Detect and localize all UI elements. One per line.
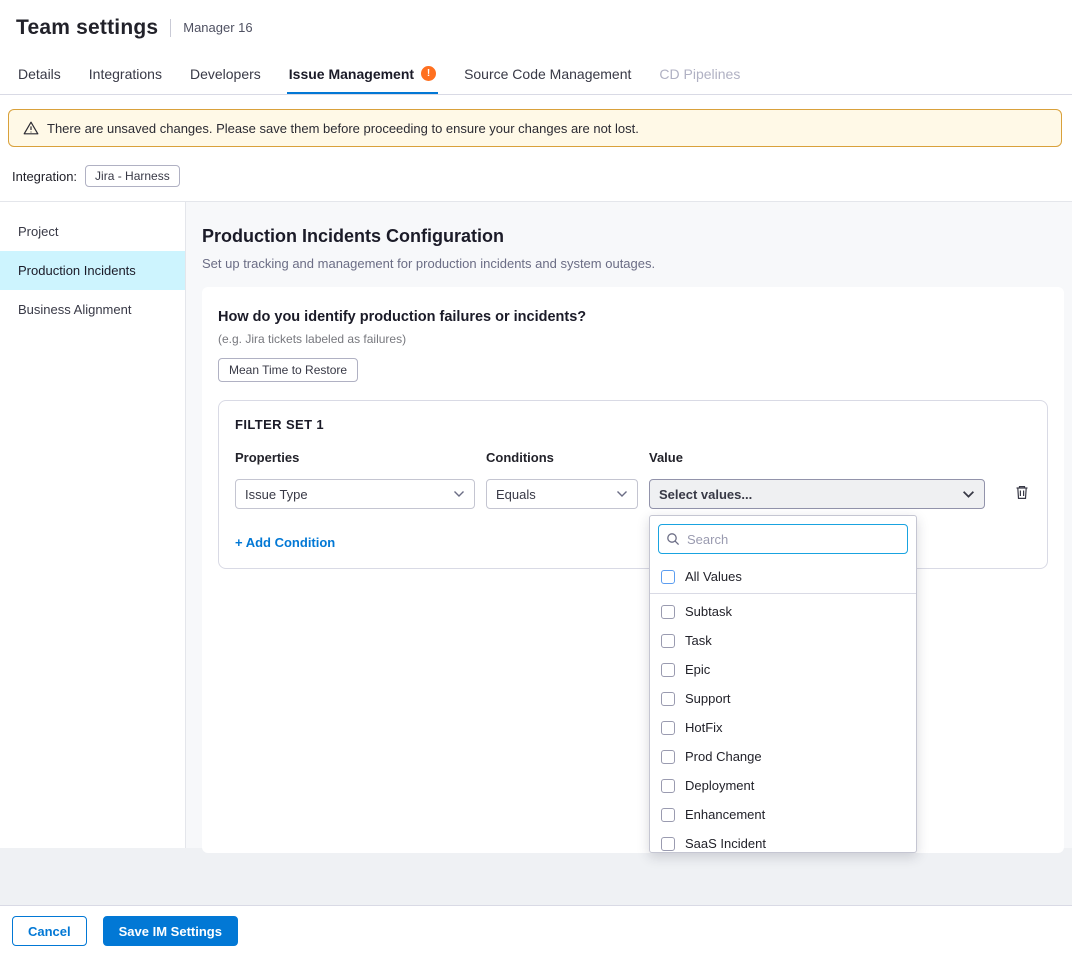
delete-condition-button[interactable]: [1012, 482, 1032, 506]
unsaved-changes-banner: There are unsaved changes. Please save t…: [8, 109, 1062, 147]
property-select[interactable]: Issue Type: [235, 479, 475, 509]
sidebar-item-project[interactable]: Project: [0, 212, 185, 251]
save-im-settings-button[interactable]: Save IM Settings: [103, 916, 238, 946]
tab-source-code-management[interactable]: Source Code Management: [462, 56, 633, 95]
property-select-value: Issue Type: [245, 487, 308, 502]
option-label: Epic: [685, 662, 710, 677]
warning-triangle-icon: [23, 120, 39, 136]
option-subtask[interactable]: Subtask: [650, 597, 916, 626]
option-label: SaaS Incident: [685, 836, 766, 851]
tab-label: CD Pipelines: [659, 66, 740, 82]
checkbox-icon[interactable]: [661, 779, 675, 793]
tab-label: Details: [18, 66, 61, 82]
condition-select-value: Equals: [496, 487, 536, 502]
checkbox-icon[interactable]: [661, 837, 675, 851]
option-label: Enhancement: [685, 807, 765, 822]
integration-label: Integration:: [12, 169, 77, 184]
tab-label: Developers: [190, 66, 261, 82]
option-label: All Values: [685, 569, 742, 584]
option-task[interactable]: Task: [650, 626, 916, 655]
option-label: Subtask: [685, 604, 732, 619]
column-label-properties: Properties: [235, 450, 475, 465]
bottom-spacer: [0, 848, 1072, 905]
option-epic[interactable]: Epic: [650, 655, 916, 684]
checkbox-icon[interactable]: [661, 721, 675, 735]
checkbox-icon[interactable]: [661, 663, 675, 677]
checkbox-icon[interactable]: [661, 750, 675, 764]
condition-select[interactable]: Equals: [486, 479, 638, 509]
banner-text: There are unsaved changes. Please save t…: [47, 121, 639, 136]
integration-row: Integration: Jira - Harness: [0, 159, 1072, 202]
main-content: Production Incidents Configuration Set u…: [186, 202, 1072, 848]
value-dropdown-panel: All Values Subtask Task: [649, 515, 917, 853]
search-icon: [666, 532, 680, 551]
tab-label: Issue Management: [289, 66, 414, 82]
tab-label: Integrations: [89, 66, 162, 82]
option-label: Prod Change: [685, 749, 762, 764]
tab-bar: Details Integrations Developers Issue Ma…: [0, 56, 1072, 96]
option-saas-incident[interactable]: SaaS Incident: [650, 829, 916, 853]
value-multiselect[interactable]: Select values...: [649, 479, 985, 509]
option-deployment[interactable]: Deployment: [650, 771, 916, 800]
filter-set-title: FILTER SET 1: [235, 417, 1031, 432]
chevron-down-icon: [453, 490, 465, 498]
footer-action-bar: Cancel Save IM Settings: [0, 905, 1072, 956]
question-hint: (e.g. Jira tickets labeled as failures): [218, 332, 1048, 346]
settings-body: Project Production Incidents Business Al…: [0, 202, 1072, 848]
column-label-conditions: Conditions: [486, 450, 638, 465]
option-hotfix[interactable]: HotFix: [650, 713, 916, 742]
tab-label: Source Code Management: [464, 66, 631, 82]
incidents-config-card: How do you identify production failures …: [202, 287, 1064, 853]
checkbox-icon[interactable]: [661, 570, 675, 584]
checkbox-icon[interactable]: [661, 808, 675, 822]
add-condition-link[interactable]: + Add Condition: [235, 535, 335, 550]
settings-sidebar: Project Production Incidents Business Al…: [0, 202, 186, 848]
tab-integrations[interactable]: Integrations: [87, 56, 164, 95]
tab-details[interactable]: Details: [16, 56, 63, 95]
page-title: Team settings: [16, 16, 158, 40]
checkbox-icon[interactable]: [661, 605, 675, 619]
chevron-down-icon: [962, 490, 975, 499]
option-label: HotFix: [685, 720, 723, 735]
metric-chip-mean-time-to-restore[interactable]: Mean Time to Restore: [218, 358, 358, 382]
sidebar-item-label: Project: [18, 224, 58, 239]
sidebar-item-label: Production Incidents: [18, 263, 136, 278]
section-subtitle: Set up tracking and management for produ…: [202, 256, 1064, 271]
checkbox-icon[interactable]: [661, 634, 675, 648]
checkbox-icon[interactable]: [661, 692, 675, 706]
header: Team settings Manager 16: [0, 0, 1072, 56]
option-label: Support: [685, 691, 731, 706]
option-prod-change[interactable]: Prod Change: [650, 742, 916, 771]
title-divider: [170, 19, 171, 37]
option-label: Task: [685, 633, 712, 648]
team-name: Manager 16: [183, 20, 252, 35]
chevron-down-icon: [616, 490, 628, 498]
cancel-button[interactable]: Cancel: [12, 916, 87, 946]
option-enhancement[interactable]: Enhancement: [650, 800, 916, 829]
trash-icon: [1014, 484, 1030, 504]
tab-cd-pipelines: CD Pipelines: [657, 56, 742, 95]
option-label: Deployment: [685, 778, 754, 793]
filter-set-1: FILTER SET 1 Properties Conditions Value…: [218, 400, 1048, 569]
dropdown-search-wrap: [658, 524, 908, 554]
column-label-value: Value: [649, 450, 985, 465]
dropdown-search-input[interactable]: [658, 524, 908, 554]
sidebar-item-label: Business Alignment: [18, 302, 131, 317]
filter-grid: Properties Conditions Value Issue Type E…: [235, 450, 1031, 509]
option-support[interactable]: Support: [650, 684, 916, 713]
warning-badge-icon: !: [421, 66, 436, 81]
section-title: Production Incidents Configuration: [202, 226, 1064, 247]
sidebar-item-production-incidents[interactable]: Production Incidents: [0, 251, 185, 290]
integration-chip[interactable]: Jira - Harness: [85, 165, 180, 187]
sidebar-item-business-alignment[interactable]: Business Alignment: [0, 290, 185, 329]
team-settings-page: Team settings Manager 16 Details Integra…: [0, 0, 1072, 956]
tab-issue-management[interactable]: Issue Management !: [287, 56, 438, 95]
value-select-placeholder: Select values...: [659, 487, 752, 502]
tab-developers[interactable]: Developers: [188, 56, 263, 95]
option-all-values[interactable]: All Values: [650, 562, 916, 594]
question-heading: How do you identify production failures …: [218, 309, 1048, 325]
value-select-wrap: Select values...: [649, 479, 985, 509]
